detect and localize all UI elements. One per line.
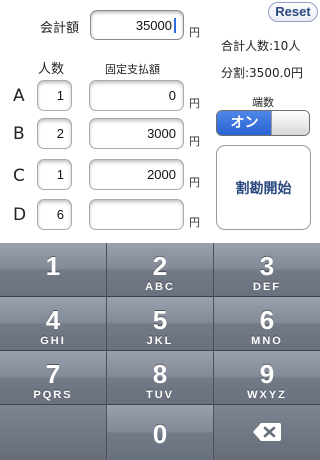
people-count-value-b: 2 — [56, 126, 64, 141]
fixed-amount-value-c: 2000 — [147, 167, 176, 182]
fixed-amount-column-header: 固定支払額 — [105, 63, 160, 76]
key-4-letters: GHI — [40, 335, 66, 347]
rounding-toggle-state: オン — [217, 111, 272, 135]
row-label-c: C — [13, 166, 25, 186]
total-amount-label: 会計額 — [40, 21, 80, 36]
key-5[interactable]: 5 JKL — [107, 297, 214, 351]
reset-button[interactable]: Reset — [268, 2, 318, 22]
total-currency-label: 円 — [189, 26, 200, 39]
currency-label-d: 円 — [189, 216, 200, 229]
rounding-toggle[interactable]: オン — [216, 110, 310, 136]
fixed-amount-input-c[interactable]: 2000 — [89, 159, 184, 190]
people-count-input-a[interactable]: 1 — [37, 80, 72, 111]
key-7[interactable]: 7 PQRS — [0, 351, 107, 405]
key-2-digit: 2 — [152, 251, 168, 281]
key-9-letters: WXYZ — [247, 389, 287, 401]
start-split-button[interactable]: 割勘開始 — [216, 145, 311, 230]
key-1[interactable]: 1 — [0, 243, 107, 297]
total-people-summary: 合計人数:10人 — [221, 39, 301, 53]
key-5-letters: JKL — [146, 335, 174, 347]
currency-label-a: 円 — [189, 97, 200, 110]
row-label-b: B — [13, 124, 25, 144]
row-label-a: A — [13, 86, 25, 106]
key-6[interactable]: 6 MNO — [214, 297, 320, 351]
people-count-value-a: 1 — [56, 88, 64, 103]
key-2[interactable]: 2 ABC — [107, 243, 214, 297]
split-amount-summary: 分割:3500.0円 — [221, 66, 304, 80]
fixed-amount-input-d[interactable] — [89, 199, 184, 230]
text-caret — [174, 17, 176, 33]
key-4-digit: 4 — [45, 305, 61, 335]
numeric-keypad: 1 2 ABC 3 DEF 4 GHI 5 JKL 6 MNO 7 PQRS 8… — [0, 243, 320, 460]
key-2-letters: ABC — [145, 281, 175, 293]
key-8[interactable]: 8 TUV — [107, 351, 214, 405]
backspace-icon — [253, 423, 281, 441]
key-blank — [0, 405, 107, 460]
key-3[interactable]: 3 DEF — [214, 243, 320, 297]
key-7-letters: PQRS — [33, 389, 73, 401]
key-9[interactable]: 9 WXYZ — [214, 351, 320, 405]
key-0[interactable]: 0 — [107, 405, 214, 460]
key-5-digit: 5 — [152, 305, 168, 335]
key-6-letters: MNO — [251, 335, 283, 347]
row-label-d: D — [13, 205, 27, 225]
total-amount-value: 35000 — [135, 17, 172, 33]
key-8-digit: 8 — [152, 359, 168, 389]
currency-label-b: 円 — [189, 135, 200, 148]
people-count-input-c[interactable]: 1 — [37, 159, 72, 190]
fixed-amount-input-b[interactable]: 3000 — [89, 118, 184, 149]
key-3-letters: DEF — [253, 281, 281, 293]
key-3-digit: 3 — [259, 251, 275, 281]
key-delete[interactable] — [214, 405, 320, 460]
people-count-input-d[interactable]: 6 — [37, 199, 72, 230]
key-0-digit: 0 — [152, 419, 168, 449]
fixed-amount-value-a: 0 — [168, 88, 176, 103]
currency-label-c: 円 — [189, 176, 200, 189]
key-6-digit: 6 — [259, 305, 275, 335]
people-count-value-c: 1 — [56, 167, 64, 182]
people-count-value-d: 6 — [56, 207, 64, 222]
people-column-header: 人数 — [38, 62, 65, 77]
rounding-label: 端数 — [252, 96, 274, 109]
key-1-digit: 1 — [45, 251, 61, 281]
fixed-amount-input-a[interactable]: 0 — [89, 80, 184, 111]
fixed-amount-value-b: 3000 — [147, 126, 176, 141]
people-count-input-b[interactable]: 2 — [37, 118, 72, 149]
key-4[interactable]: 4 GHI — [0, 297, 107, 351]
rounding-toggle-knob — [271, 111, 309, 135]
key-8-letters: TUV — [146, 389, 174, 401]
start-split-button-label: 割勘開始 — [235, 180, 292, 197]
key-9-digit: 9 — [259, 359, 275, 389]
total-amount-input[interactable]: 35000 — [90, 10, 184, 40]
key-7-digit: 7 — [45, 359, 61, 389]
